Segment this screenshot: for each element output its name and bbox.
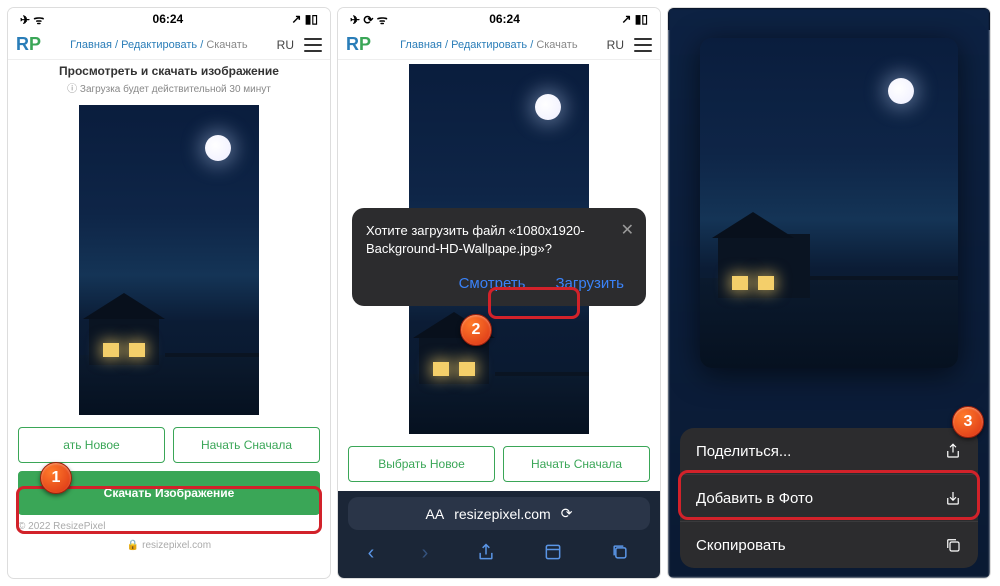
step-badge-2: 2 <box>460 314 492 346</box>
menu-icon[interactable] <box>304 38 322 52</box>
status-time: 06:24 <box>153 12 184 26</box>
copy-label: Скопировать <box>696 537 786 554</box>
share-icon <box>944 442 962 460</box>
download-confirm-button[interactable]: Загрузить <box>548 271 633 296</box>
forward-icon[interactable]: › <box>422 542 429 568</box>
page-header: RP Главная / Редактировать / Скачать RU <box>8 30 330 60</box>
status-left: ✈ ᯤ <box>20 11 44 28</box>
add-to-photos-action[interactable]: Добавить в Фото <box>680 475 978 522</box>
bookmarks-icon[interactable] <box>543 542 563 568</box>
phone-1: ✈ ᯤ 06:24 ↗ ▮▯ RP Главная / Редактироват… <box>8 8 330 578</box>
breadcrumb[interactable]: Главная / Редактировать / Скачать <box>377 39 601 51</box>
status-right: ↗ ▮▯ <box>291 12 318 26</box>
image-preview <box>8 101 330 419</box>
action-sheet: Поделиться... Добавить в Фото Скопироват… <box>680 428 978 568</box>
step-badge-1: 1 <box>40 462 72 494</box>
status-bar: ✈ ⟳ ᯤ 06:24 ↗ ▮▯ <box>338 8 660 30</box>
start-over-button[interactable]: Начать Сначала <box>503 446 650 482</box>
start-over-button[interactable]: Начать Сначала <box>173 427 320 463</box>
logo[interactable]: RP <box>346 34 371 55</box>
language-selector[interactable]: RU <box>607 38 624 52</box>
status-time: 06:24 <box>489 12 520 26</box>
copy-icon <box>944 536 962 554</box>
choose-new-button[interactable]: ать Новое <box>18 427 165 463</box>
save-icon <box>944 489 962 507</box>
add-to-photos-label: Добавить в Фото <box>696 490 813 507</box>
phone-3: ✈ ᯤ 06:31 ↗ ▮▯ Поделиться... Добавить в … <box>668 8 990 578</box>
logo[interactable]: RP <box>16 34 41 55</box>
copy-action[interactable]: Скопировать <box>680 522 978 568</box>
page-title: Просмотреть и скачать изображение <box>8 60 330 80</box>
phone-2: ✈ ⟳ ᯤ 06:24 ↗ ▮▯ RP Главная / Редактиров… <box>338 8 660 578</box>
address-bar[interactable]: AA resizepixel.com ⟳ <box>348 497 650 530</box>
safari-toolbar: AA resizepixel.com ⟳ ‹ › <box>338 491 660 578</box>
address-bar-preview: 🔒 resizepixel.com <box>8 538 330 553</box>
choose-new-button[interactable]: Выбрать Новое <box>348 446 495 482</box>
menu-icon[interactable] <box>634 38 652 52</box>
dialog-text: Хотите загрузить файл «1080x1920-Backgro… <box>366 222 632 257</box>
breadcrumb[interactable]: Главная / Редактировать / Скачать <box>47 39 271 51</box>
image-sheet-preview[interactable] <box>700 38 958 368</box>
status-left: ✈ ⟳ ᯤ <box>350 11 388 28</box>
url-text: resizepixel.com <box>454 506 550 522</box>
copyright: © 2022 ResizePixel <box>8 515 330 538</box>
text-size-icon[interactable]: AA <box>426 506 445 522</box>
page-subtitle: ⓘ Загрузка будет действительной 30 минут <box>8 80 330 101</box>
page-header: RP Главная / Редактировать / Скачать RU <box>338 30 660 60</box>
download-dialog: Хотите загрузить файл «1080x1920-Backgro… <box>352 208 646 306</box>
status-right: ↗ ▮▯ <box>621 12 648 26</box>
reload-icon[interactable]: ⟳ <box>561 505 573 522</box>
share-icon[interactable] <box>476 542 496 568</box>
step-badge-3: 3 <box>952 406 984 438</box>
back-icon[interactable]: ‹ <box>368 542 375 568</box>
tabs-icon[interactable] <box>610 542 630 568</box>
view-button[interactable]: Смотреть <box>451 271 534 296</box>
share-action[interactable]: Поделиться... <box>680 428 978 475</box>
status-bar: ✈ ᯤ 06:24 ↗ ▮▯ <box>8 8 330 30</box>
share-label: Поделиться... <box>696 443 791 460</box>
language-selector[interactable]: RU <box>277 38 294 52</box>
close-icon[interactable]: ✕ <box>621 220 634 240</box>
